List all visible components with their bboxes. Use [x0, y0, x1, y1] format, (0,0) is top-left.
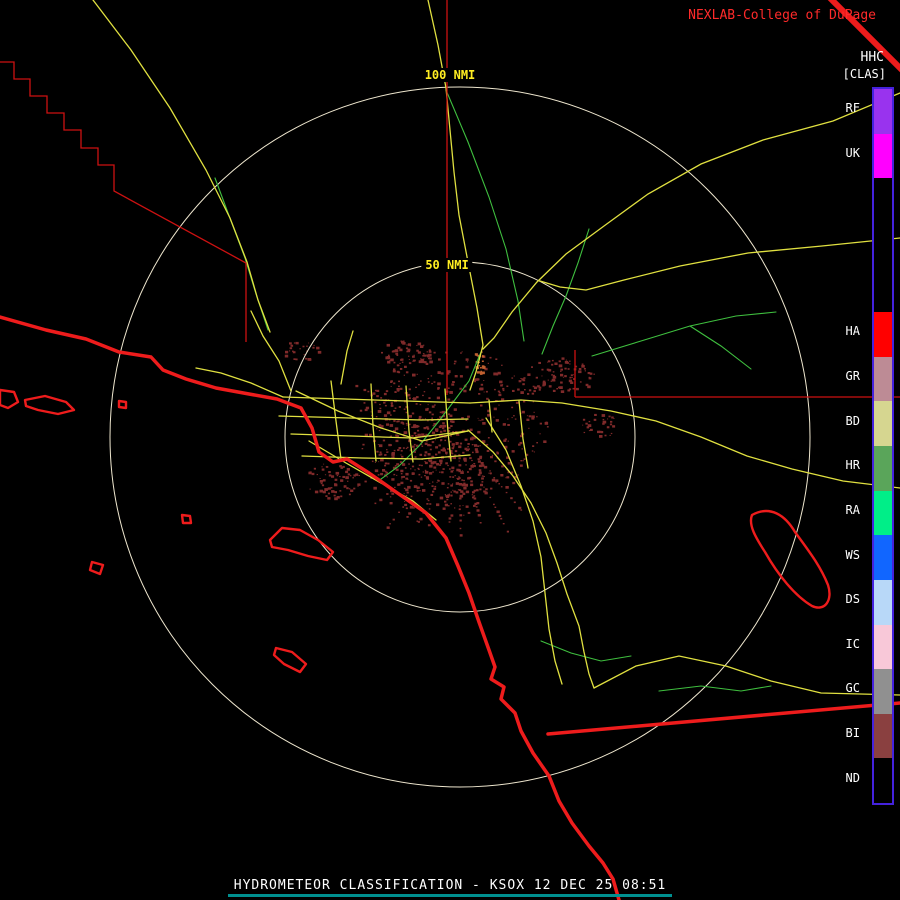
island-catalina — [268, 526, 335, 562]
rivers — [214, 89, 777, 692]
county-borders — [0, 0, 900, 398]
island-dot — [117, 399, 128, 410]
island-san-clemente — [272, 646, 308, 674]
radar-map — [0, 0, 900, 900]
radar-display: NEXLAB-College of DuPage HHC [CLAS] 100 … — [0, 0, 900, 900]
island-small-west — [88, 560, 105, 576]
highways — [92, 0, 900, 696]
legend-label-GC: GC — [845, 681, 860, 696]
legend-segment-UK — [874, 133, 892, 179]
legend-label-IC: IC — [845, 636, 860, 651]
footer-underline — [228, 894, 672, 897]
legend-label-UK: UK — [845, 145, 860, 160]
legend-segment-gap — [874, 178, 892, 223]
legend-segment-HA — [874, 312, 892, 357]
legend-label-RF: RF — [845, 101, 860, 116]
product-code: HHC — [860, 50, 884, 65]
legend-label-WS: WS — [845, 547, 860, 562]
product-tag: [CLAS] — [842, 67, 886, 81]
legend-segment-HR — [874, 446, 892, 491]
product-title: HYDROMETEOR CLASSIFICATION - KSOX 12 DEC… — [233, 878, 667, 893]
range-rings — [109, 86, 811, 788]
legend-label-ND: ND — [845, 770, 860, 785]
legend-segment-GR — [874, 356, 892, 402]
legend-segment-WS — [874, 535, 892, 580]
island-santa-barbara — [180, 513, 193, 525]
legend-label-BD: BD — [845, 413, 860, 428]
island-left-edge — [0, 388, 20, 410]
legend-segment-RA — [874, 490, 892, 536]
legend-label-HR: HR — [845, 458, 860, 473]
legend-segment-GC — [874, 669, 892, 714]
legend-segment-DS — [874, 579, 892, 625]
legend-segment-gap — [874, 267, 892, 313]
legend-label-HA: HA — [845, 324, 860, 339]
legend-label-RA: RA — [845, 502, 860, 517]
range-ring-100nmi — [109, 86, 811, 788]
radar-echoes — [284, 340, 616, 537]
legend-segment-IC — [874, 624, 892, 670]
legend-segment-ND — [874, 758, 892, 803]
range-ring-label-50nmi: 50 NMI — [421, 258, 473, 272]
legend-segment-BI — [874, 713, 892, 759]
range-ring-label-100nmi: 100 NMI — [420, 68, 480, 82]
legend-segment-RF — [874, 89, 892, 134]
island-anacapa — [23, 394, 76, 416]
legend-segment-gap — [874, 222, 892, 268]
attribution: NEXLAB-College of DuPage — [688, 8, 876, 23]
legend-label-BI: BI — [845, 726, 860, 741]
legend-label-GR: GR — [845, 369, 860, 384]
legend-label-DS: DS — [845, 592, 860, 607]
legend-color-bar — [872, 87, 894, 805]
legend-segment-BD — [874, 401, 892, 446]
legend-labels: RF UK HA GR BD HR RA WS DS IC GC BI ND — [818, 87, 866, 801]
